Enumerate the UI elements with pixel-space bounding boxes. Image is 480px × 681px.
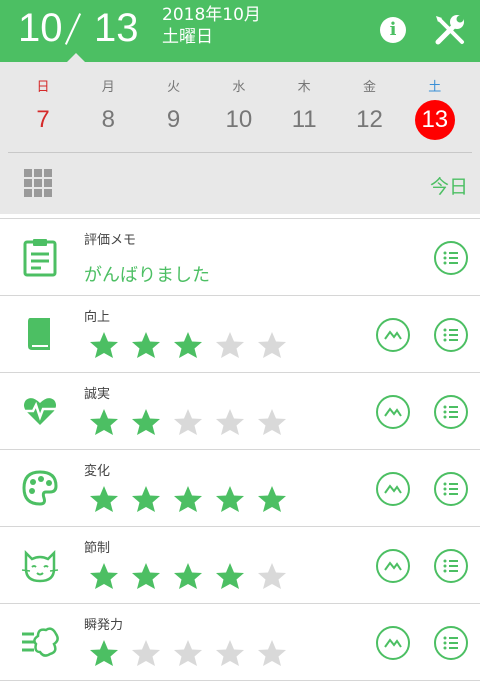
star-filled-icon[interactable] (172, 330, 214, 362)
star-empty-icon[interactable] (130, 638, 172, 670)
weekday-label: 火 (167, 80, 181, 95)
day-8[interactable]: 月8 (83, 76, 133, 140)
list-icon[interactable] (434, 549, 468, 583)
week-strip: 日 7 月 8 火 9 水 10 木 11 金 12 土 13 今日 (0, 62, 480, 214)
star-empty-icon[interactable] (214, 330, 256, 362)
memo-text: がんばりました (84, 265, 210, 286)
evaluation-list: 評価メモ がんばりました 向上誠実変化節制瞬発力 (0, 218, 480, 681)
heart-pulse-icon (20, 391, 60, 431)
day-number: 11 (291, 106, 317, 133)
day-7[interactable]: 日7 (18, 76, 68, 140)
star-filled-icon[interactable] (88, 407, 130, 439)
day-number: 7 (36, 106, 50, 133)
star-filled-icon[interactable] (130, 407, 172, 439)
graph-icon[interactable] (376, 318, 410, 352)
current-day: 13 (94, 6, 139, 50)
cat-icon (20, 545, 60, 585)
list-icon[interactable] (434, 241, 468, 275)
rating-row[interactable]: 向上 (0, 296, 480, 373)
star-filled-icon[interactable] (88, 561, 130, 593)
year-month-label: 2018年10月 (162, 5, 261, 25)
star-rating[interactable] (88, 330, 298, 362)
weekday-label: 水 (232, 80, 246, 95)
graph-icon[interactable] (376, 472, 410, 506)
star-empty-icon[interactable] (214, 638, 256, 670)
settings-tools-icon[interactable] (432, 12, 468, 48)
wind-icon (20, 622, 60, 662)
star-empty-icon[interactable] (256, 407, 298, 439)
list-icon[interactable] (434, 318, 468, 352)
day-9[interactable]: 火9 (149, 76, 199, 140)
day-12[interactable]: 金 12 (345, 76, 395, 140)
star-filled-icon[interactable] (256, 484, 298, 516)
weekday-label: 土 (428, 80, 442, 95)
graph-icon[interactable] (376, 626, 410, 660)
star-empty-icon[interactable] (214, 407, 256, 439)
star-filled-icon[interactable] (214, 484, 256, 516)
day-number: 13 (414, 100, 455, 140)
weekday-label: 木 (297, 80, 311, 95)
star-filled-icon[interactable] (172, 484, 214, 516)
palette-icon (20, 468, 60, 508)
clipboard-icon (20, 237, 60, 277)
rating-row[interactable]: 瞬発力 (0, 604, 480, 681)
weekday-label: 月 (101, 80, 115, 95)
divider (8, 152, 472, 153)
star-rating[interactable] (88, 638, 298, 670)
day-13[interactable]: 土 13 (410, 76, 460, 140)
star-filled-icon[interactable] (88, 638, 130, 670)
current-month: 10 (18, 6, 63, 50)
rating-row[interactable]: 変化 (0, 450, 480, 527)
star-filled-icon[interactable] (130, 330, 172, 362)
day-10[interactable]: 水 10 (214, 76, 264, 140)
day-number: 10 (225, 106, 253, 133)
star-rating[interactable] (88, 407, 298, 439)
weekday-label: 土曜日 (162, 27, 213, 47)
star-filled-icon[interactable] (88, 330, 130, 362)
date-detail: 2018年10月 土曜日 (162, 4, 261, 48)
list-icon[interactable] (434, 472, 468, 506)
info-icon[interactable]: i (380, 17, 406, 43)
weekday-label: 金 (362, 80, 376, 95)
star-empty-icon[interactable] (256, 638, 298, 670)
day-number: 9 (166, 106, 181, 133)
app-header: 10 13 2018年10月 土曜日 i (0, 0, 480, 63)
memo-row[interactable]: 評価メモ がんばりました (0, 219, 480, 296)
date-slash (64, 13, 82, 45)
star-filled-icon[interactable] (214, 561, 256, 593)
rating-label: 瞬発力 (84, 618, 124, 633)
star-filled-icon[interactable] (130, 484, 172, 516)
today-button[interactable]: 今日 (430, 172, 468, 199)
list-icon[interactable] (434, 626, 468, 660)
graph-icon[interactable] (376, 395, 410, 429)
star-filled-icon[interactable] (172, 561, 214, 593)
rating-label: 向上 (84, 310, 111, 325)
star-empty-icon[interactable] (256, 561, 298, 593)
day-11[interactable]: 木 11 (279, 76, 329, 140)
star-filled-icon[interactable] (88, 484, 130, 516)
grid-view-icon[interactable] (24, 169, 52, 197)
book-icon (20, 314, 60, 354)
graph-icon[interactable] (376, 549, 410, 583)
rating-label: 節制 (84, 541, 111, 556)
rating-row[interactable]: 誠実 (0, 373, 480, 450)
day-number: 12 (356, 106, 383, 133)
star-rating[interactable] (88, 561, 298, 593)
star-empty-icon[interactable] (172, 407, 214, 439)
day-number: 8 (101, 106, 115, 133)
star-empty-icon[interactable] (172, 638, 214, 670)
rating-label: 変化 (84, 464, 111, 479)
memo-label: 評価メモ (84, 233, 137, 248)
list-icon[interactable] (434, 395, 468, 429)
star-empty-icon[interactable] (256, 330, 298, 362)
weekday-label: 日 (36, 80, 50, 95)
rating-label: 誠実 (84, 387, 111, 402)
star-filled-icon[interactable] (130, 561, 172, 593)
star-rating[interactable] (88, 484, 298, 516)
rating-row[interactable]: 節制 (0, 527, 480, 604)
